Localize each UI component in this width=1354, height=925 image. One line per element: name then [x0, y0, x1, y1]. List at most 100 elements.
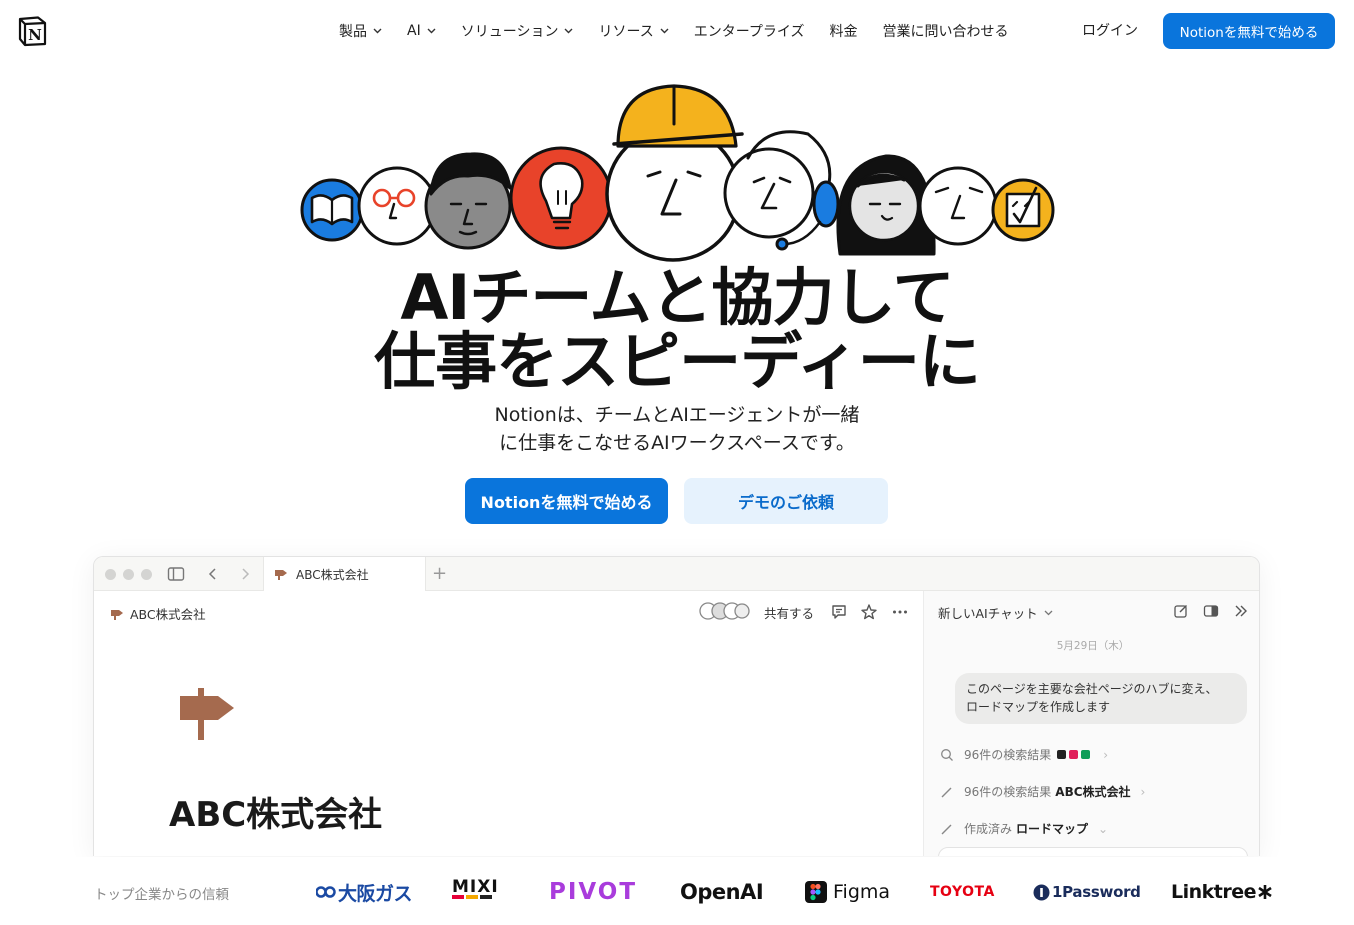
logo-mixi: MIXI: [452, 879, 499, 905]
request-demo-button[interactable]: デモのご依頼: [684, 478, 888, 524]
ai-chat-pane: 新しいAIチャット 5月29日（木） このページを主要な会社ページのハブに変え、…: [923, 591, 1259, 856]
share-button[interactable]: 共有する: [764, 603, 814, 622]
logo-mixi-text: MIXI: [452, 877, 499, 897]
window-tab-bar: ABC株式会社 +: [94, 557, 1259, 591]
nav-label: リソース: [598, 24, 654, 40]
ai-step-created-bold: ロードマップ: [1016, 822, 1089, 836]
page-title[interactable]: ABC株式会社: [169, 787, 382, 836]
chevron-down-icon: [373, 28, 382, 34]
pencil-icon: [941, 824, 952, 834]
logo-openai: OpenAI: [680, 880, 764, 904]
nav-resources[interactable]: リソース: [598, 21, 669, 41]
nav-products[interactable]: 製品: [339, 21, 382, 41]
search-icon: [941, 748, 953, 761]
hero-illustration: [300, 84, 1055, 262]
osaka-gas-mark-icon: [316, 886, 336, 898]
logo-linktree-text: Linktree: [1171, 881, 1257, 903]
ai-step-search-company[interactable]: 96件の検索結果 ABC株式会社 ›: [940, 783, 1145, 800]
nav-label: 製品: [339, 24, 367, 40]
window-close-dot: [105, 569, 116, 580]
nav-ai[interactable]: AI: [407, 23, 436, 39]
top-nav-bar: N 製品 AI ソリューション リソース エンタープライズ 料金 営業に問い合わ…: [0, 0, 1354, 62]
notion-logo-icon[interactable]: N: [17, 15, 49, 47]
sidebar-toggle-icon[interactable]: [167, 566, 185, 582]
login-link[interactable]: ログイン: [1082, 20, 1138, 40]
chevron-right-icon: ›: [1140, 784, 1146, 799]
nav-label: 営業に問い合わせる: [882, 24, 1009, 40]
tab-label: ABC株式会社: [296, 567, 369, 582]
edit-icon[interactable]: [1172, 602, 1190, 620]
nav-solutions[interactable]: ソリューション: [461, 21, 574, 41]
1password-mark-icon: [1033, 884, 1050, 900]
page-pane: ABC株式会社 共有する ABC株式会社: [94, 591, 923, 856]
get-started-button[interactable]: Notionを無料で始める: [1163, 13, 1335, 49]
trusted-by-label: トップ企業からの信頼: [94, 887, 229, 903]
ai-chat-title-label: 新しいAIチャット: [938, 606, 1038, 621]
ai-step-company-bold: ABC株式会社: [1055, 785, 1131, 799]
signpost-icon: [111, 609, 123, 620]
trusted-by-strip: トップ企業からの信頼 大阪ガス MIXI PIVOT OpenAI Figma …: [0, 857, 1354, 925]
hero-subtitle-line2: に仕事をこなせるAIワークスペースです。: [499, 432, 855, 454]
chevron-down-icon: [660, 28, 669, 34]
page-signpost-icon: [180, 688, 234, 740]
linktree-asterisk-icon: [1258, 885, 1272, 899]
forward-icon[interactable]: [236, 566, 254, 582]
back-icon[interactable]: [204, 566, 222, 582]
ai-step-search[interactable]: 96件の検索結果 ›: [940, 746, 1108, 763]
new-tab-plus-icon[interactable]: +: [432, 563, 447, 584]
ai-chat-date: 5月29日（木）: [1056, 640, 1130, 652]
mixi-bar-icon: [452, 895, 492, 899]
pencil-icon: [941, 787, 952, 797]
comment-icon[interactable]: [830, 603, 848, 621]
logo-1password: 1Password: [1033, 879, 1141, 905]
nav-pricing[interactable]: 料金: [830, 21, 858, 41]
nav-label: 料金: [829, 24, 858, 40]
collaborator-avatars[interactable]: [698, 601, 750, 621]
nav-label: AI: [407, 23, 421, 39]
chevron-down-icon: ⌄: [1098, 821, 1109, 836]
logo-osaka-gas: 大阪ガス: [316, 879, 413, 905]
chevron-down-icon: [1044, 610, 1053, 615]
logo-figma-text: Figma: [833, 881, 891, 903]
svg-text:N: N: [28, 26, 42, 44]
hero-headline-line1: AIチームと協力して: [400, 261, 954, 334]
nav-enterprise[interactable]: エンタープライズ: [694, 21, 805, 41]
collapse-icon[interactable]: [1232, 602, 1250, 620]
more-icon[interactable]: [891, 603, 909, 621]
source-app-icons: [1057, 750, 1093, 759]
chevron-right-icon: ›: [1103, 747, 1109, 762]
logo-figma: Figma: [805, 879, 890, 905]
user-message-line2: ロードマップを作成します: [966, 700, 1111, 714]
window-zoom-dot: [141, 569, 152, 580]
figma-mark-icon: [805, 881, 827, 903]
ai-chat-input[interactable]: [938, 847, 1248, 856]
signpost-icon: [275, 570, 287, 580]
app-preview-window: ABC株式会社 + ABC株式会社 共有する ABC株式会社 新しいAIチャット…: [93, 556, 1260, 856]
nav-contact-sales[interactable]: 営業に問い合わせる: [883, 21, 1009, 41]
window-minimize-dot: [123, 569, 134, 580]
tab-abc-company[interactable]: ABC株式会社: [263, 557, 426, 591]
chevron-down-icon: [564, 28, 573, 34]
user-message-line1: このページを主要な会社ページのハブに変え、: [966, 682, 1218, 696]
logo-osaka-gas-text: 大阪ガス: [338, 882, 413, 905]
hero-get-started-button[interactable]: Notionを無料で始める: [465, 478, 668, 524]
logo-pivot: PIVOT: [549, 879, 638, 905]
ai-step-company-text: 96件の検索結果: [964, 785, 1052, 799]
hero-headline-line2: 仕事をスピーディーに: [374, 325, 981, 398]
ai-step-created-text: 作成済み: [964, 822, 1013, 836]
ai-step-search-text: 96件の検索結果: [964, 748, 1052, 762]
logo-linktree: Linktree: [1171, 879, 1273, 905]
nav-label: エンタープライズ: [693, 24, 805, 40]
breadcrumb[interactable]: ABC株式会社: [110, 604, 206, 623]
user-message-bubble: このページを主要な会社ページのハブに変え、 ロードマップを作成します: [955, 673, 1247, 724]
star-icon[interactable]: [860, 603, 878, 621]
hero-subtitle-line1: Notionは、チームとAIエージェントが一緒: [494, 404, 860, 426]
panel-icon[interactable]: [1202, 602, 1220, 620]
breadcrumb-label: ABC株式会社: [130, 607, 206, 622]
ai-step-created[interactable]: 作成済み ロードマップ ⌄: [940, 820, 1108, 837]
chevron-down-icon: [427, 28, 436, 34]
logo-1password-text: 1Password: [1052, 883, 1141, 901]
nav-label: ソリューション: [460, 24, 559, 40]
ai-chat-title[interactable]: 新しいAIチャット: [938, 603, 1053, 622]
main-nav: 製品 AI ソリューション リソース エンタープライズ 料金 営業に問い合わせる: [339, 20, 1034, 42]
